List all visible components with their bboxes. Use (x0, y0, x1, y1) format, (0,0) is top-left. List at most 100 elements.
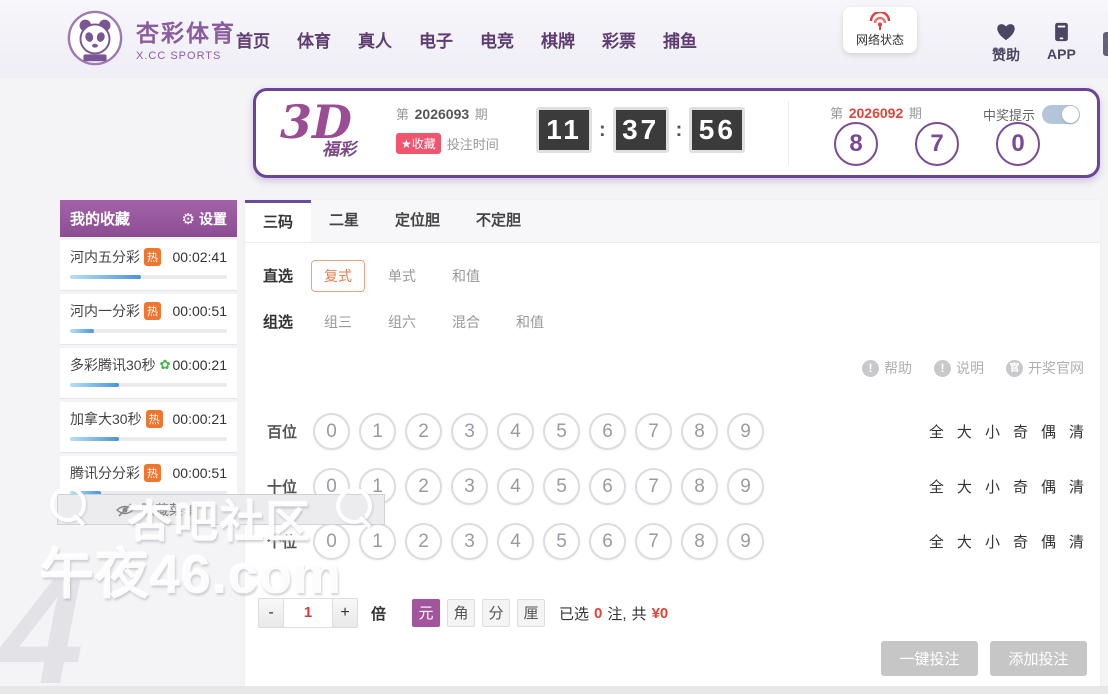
ball-0-8[interactable]: 8 (681, 413, 718, 450)
quick-pick-0-0[interactable]: 全 (929, 421, 944, 442)
quick-pick-1-4[interactable]: 偶 (1041, 476, 1056, 497)
hot-badge: 热 (145, 410, 163, 428)
ball-1-5[interactable]: 5 (543, 468, 580, 505)
betting-link-label: 帮助 (884, 360, 912, 376)
ball-1-9[interactable]: 9 (727, 468, 764, 505)
tab-3[interactable]: 不定胆 (458, 200, 539, 242)
favorite-lottery-item[interactable]: 河内一分彩热 00:00:51 (60, 294, 237, 345)
betting-link-0[interactable]: ! 帮助 (862, 358, 912, 378)
ball-2-7[interactable]: 7 (635, 523, 672, 560)
play-option-0-0[interactable]: 复式 (311, 259, 365, 292)
play-option-1-3[interactable]: 和值 (503, 306, 557, 338)
favorite-lottery-item[interactable]: 河内五分彩热 00:02:41 (60, 240, 237, 291)
nav-item-slots[interactable]: 电子 (419, 27, 453, 52)
unit-0[interactable]: 元 (412, 599, 441, 627)
play-option-0-1[interactable]: 单式 (375, 260, 429, 292)
play-option-0-2[interactable]: 和值 (439, 260, 493, 292)
app-download-button[interactable]: APP (1047, 22, 1076, 62)
nav-item-esports[interactable]: 电竞 (480, 27, 514, 52)
quick-pick-2-4[interactable]: 偶 (1041, 531, 1056, 552)
play-option-1-2[interactable]: 混合 (439, 306, 493, 338)
ball-1-4[interactable]: 4 (497, 468, 534, 505)
ball-2-3[interactable]: 3 (451, 523, 488, 560)
play-option-1-0[interactable]: 组三 (311, 306, 365, 338)
progress-bar (70, 275, 227, 279)
win-tip-toggle[interactable] (1042, 105, 1081, 124)
tab-1[interactable]: 二星 (311, 200, 377, 242)
ball-1-7[interactable]: 7 (635, 468, 672, 505)
ball-2-8[interactable]: 8 (681, 523, 718, 560)
quick-pick-2-1[interactable]: 大 (957, 531, 972, 552)
ball-0-5[interactable]: 5 (543, 413, 580, 450)
ball-0-6[interactable]: 6 (589, 413, 626, 450)
tab-2[interactable]: 定位胆 (377, 200, 458, 242)
quick-pick-2-5[interactable]: 清 (1069, 531, 1084, 552)
selected-count: 0 (594, 604, 603, 622)
total-prefix: 共 (631, 605, 647, 623)
multiplier-input[interactable]: 1 (284, 598, 332, 628)
ball-2-2[interactable]: 2 (405, 523, 442, 560)
nav-item-sports[interactable]: 体育 (297, 27, 331, 52)
quick-pick-0-2[interactable]: 小 (985, 421, 1000, 442)
ball-0-1[interactable]: 1 (359, 413, 396, 450)
betting-link-label: 开奖官网 (1028, 360, 1084, 376)
issue-prefix: 第 (396, 107, 410, 122)
favorite-item-countdown: 00:00:21 (172, 411, 228, 427)
quick-pick-2-0[interactable]: 全 (929, 531, 944, 552)
favorite-badge-button[interactable]: ★收藏 (396, 133, 441, 154)
quick-pick-0-4[interactable]: 偶 (1041, 421, 1056, 442)
ball-2-9[interactable]: 9 (727, 523, 764, 560)
ball-0-0[interactable]: 0 (313, 413, 350, 450)
nav-item-lottery[interactable]: 彩票 (602, 27, 636, 52)
favorite-lottery-item[interactable]: 多彩腾讯30秒 ✿ 00:00:21 (60, 348, 237, 399)
quick-pick-2-3[interactable]: 奇 (1013, 531, 1028, 552)
quick-pick-1-0[interactable]: 全 (929, 476, 944, 497)
unit-2[interactable]: 分 (482, 599, 511, 627)
quick-pick-0-1[interactable]: 大 (957, 421, 972, 442)
quick-pick-0-5[interactable]: 清 (1069, 421, 1084, 442)
favorite-item-name: 加拿大30秒 (70, 411, 142, 427)
unit-1[interactable]: 角 (447, 599, 476, 627)
nav-item-live[interactable]: 真人 (358, 27, 392, 52)
favorite-lottery-item[interactable]: 加拿大30秒热 00:00:21 (60, 402, 237, 453)
ball-0-9[interactable]: 9 (727, 413, 764, 450)
settings-button[interactable]: ⚙ 设置 (182, 209, 227, 229)
quick-pick-0-3[interactable]: 奇 (1013, 421, 1028, 442)
number-selection-rows: 百位 0 1 2 3 4 5 6 7 8 9 全大小奇偶清十位 0 1 2 3 4 5 6 7 8 9 全大小奇偶清个位 0 1… (245, 411, 1100, 562)
quick-pick-2-2[interactable]: 小 (985, 531, 1000, 552)
quick-bet-button[interactable]: 一键投注 (881, 641, 978, 676)
ball-0-3[interactable]: 3 (451, 413, 488, 450)
ball-1-3[interactable]: 3 (451, 468, 488, 505)
add-bet-button[interactable]: 添加投注 (990, 641, 1087, 676)
nav-item-chess[interactable]: 棋牌 (541, 27, 575, 52)
ball-0-4[interactable]: 4 (497, 413, 534, 450)
hide-menu-button[interactable]: 隐藏菜单 (57, 494, 385, 525)
network-status-button[interactable]: 网络状态 (843, 7, 917, 53)
ball-2-5[interactable]: 5 (543, 523, 580, 560)
unit-3[interactable]: 厘 (517, 599, 546, 627)
ball-0-2[interactable]: 2 (405, 413, 442, 450)
ball-2-1[interactable]: 1 (359, 523, 396, 560)
quick-pick-1-3[interactable]: 奇 (1013, 476, 1028, 497)
ball-2-0[interactable]: 0 (313, 523, 350, 560)
nav-item-home[interactable]: 首页 (236, 27, 270, 52)
play-option-1-1[interactable]: 组六 (375, 306, 429, 338)
ball-2-4[interactable]: 4 (497, 523, 534, 560)
tab-0[interactable]: 三码 (245, 200, 312, 242)
ball-1-2[interactable]: 2 (405, 468, 442, 505)
ball-1-8[interactable]: 8 (681, 468, 718, 505)
betting-link-2[interactable]: 官开奖官网 (1006, 358, 1084, 378)
nav-item-fishing[interactable]: 捕鱼 (663, 27, 697, 52)
progress-fill (70, 383, 119, 387)
ball-2-6[interactable]: 6 (589, 523, 626, 560)
quick-pick-1-2[interactable]: 小 (985, 476, 1000, 497)
multiplier-increase-button[interactable]: + (332, 598, 358, 628)
brand-home-link[interactable]: 杏彩体育 X.CC SPORTS (66, 9, 236, 67)
ball-1-6[interactable]: 6 (589, 468, 626, 505)
ball-0-7[interactable]: 7 (635, 413, 672, 450)
sponsor-button[interactable]: 赞助 (992, 22, 1020, 65)
multiplier-decrease-button[interactable]: - (258, 598, 284, 628)
betting-link-1[interactable]: ! 说明 (934, 358, 984, 378)
quick-pick-1-5[interactable]: 清 (1069, 476, 1084, 497)
quick-pick-1-1[interactable]: 大 (957, 476, 972, 497)
